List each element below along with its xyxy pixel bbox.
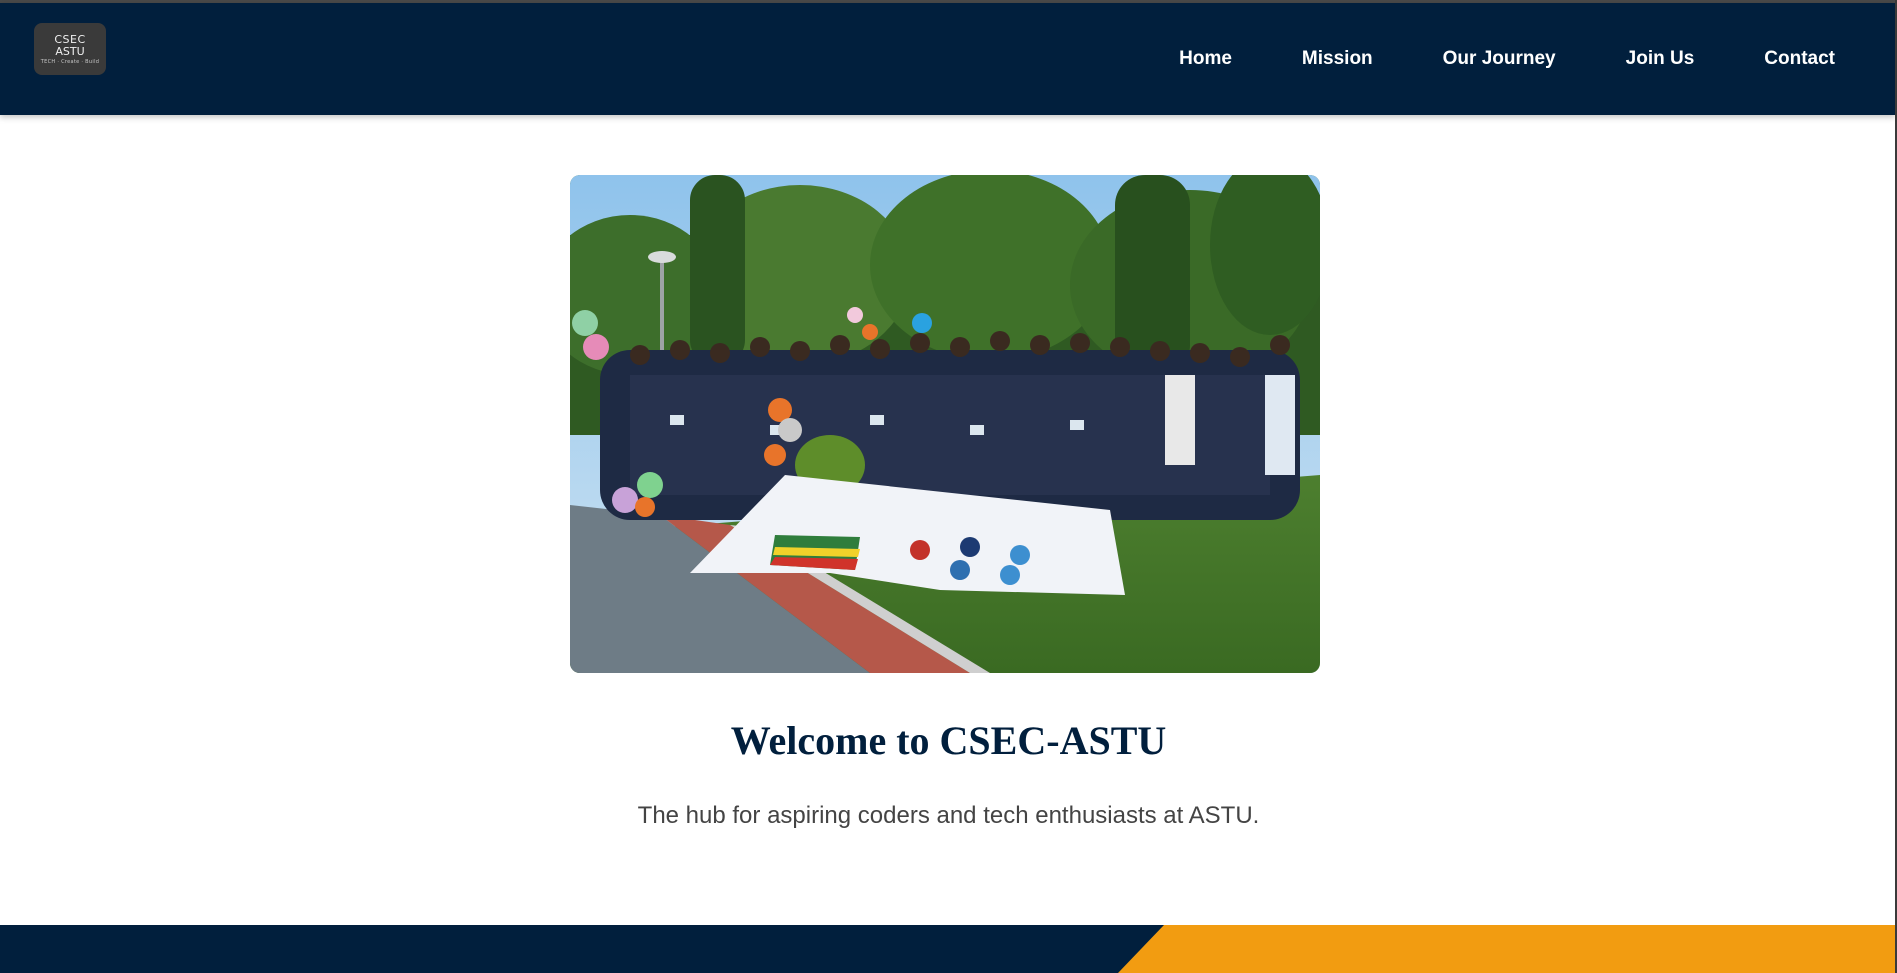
nav-link-mission[interactable]: Mission: [1302, 48, 1373, 70]
nav-link-home[interactable]: Home: [1179, 48, 1232, 70]
nav-link-our-journey[interactable]: Our Journey: [1443, 48, 1556, 70]
page-title: Welcome to CSEC-ASTU: [730, 718, 1167, 763]
navbar: CSEC ASTU TECH · Create · Build Home Mis…: [0, 3, 1895, 115]
main-navigation: Home Mission Our Journey Join Us Contact: [1109, 3, 1835, 115]
footer-accent-stripe: [1118, 925, 1897, 973]
csec-astu-logo[interactable]: CSEC ASTU TECH · Create · Build: [34, 23, 106, 75]
group-photo: [570, 175, 1320, 673]
page-subtitle: The hub for aspiring coders and tech ent…: [637, 802, 1260, 829]
nav-link-contact[interactable]: Contact: [1764, 48, 1835, 70]
logo-line-1: CSEC: [54, 32, 86, 46]
nav-link-join-us[interactable]: Join Us: [1626, 48, 1695, 70]
logo-line-2: ASTU: [55, 44, 85, 58]
logo-tagline: TECH · Create · Build: [40, 58, 100, 65]
